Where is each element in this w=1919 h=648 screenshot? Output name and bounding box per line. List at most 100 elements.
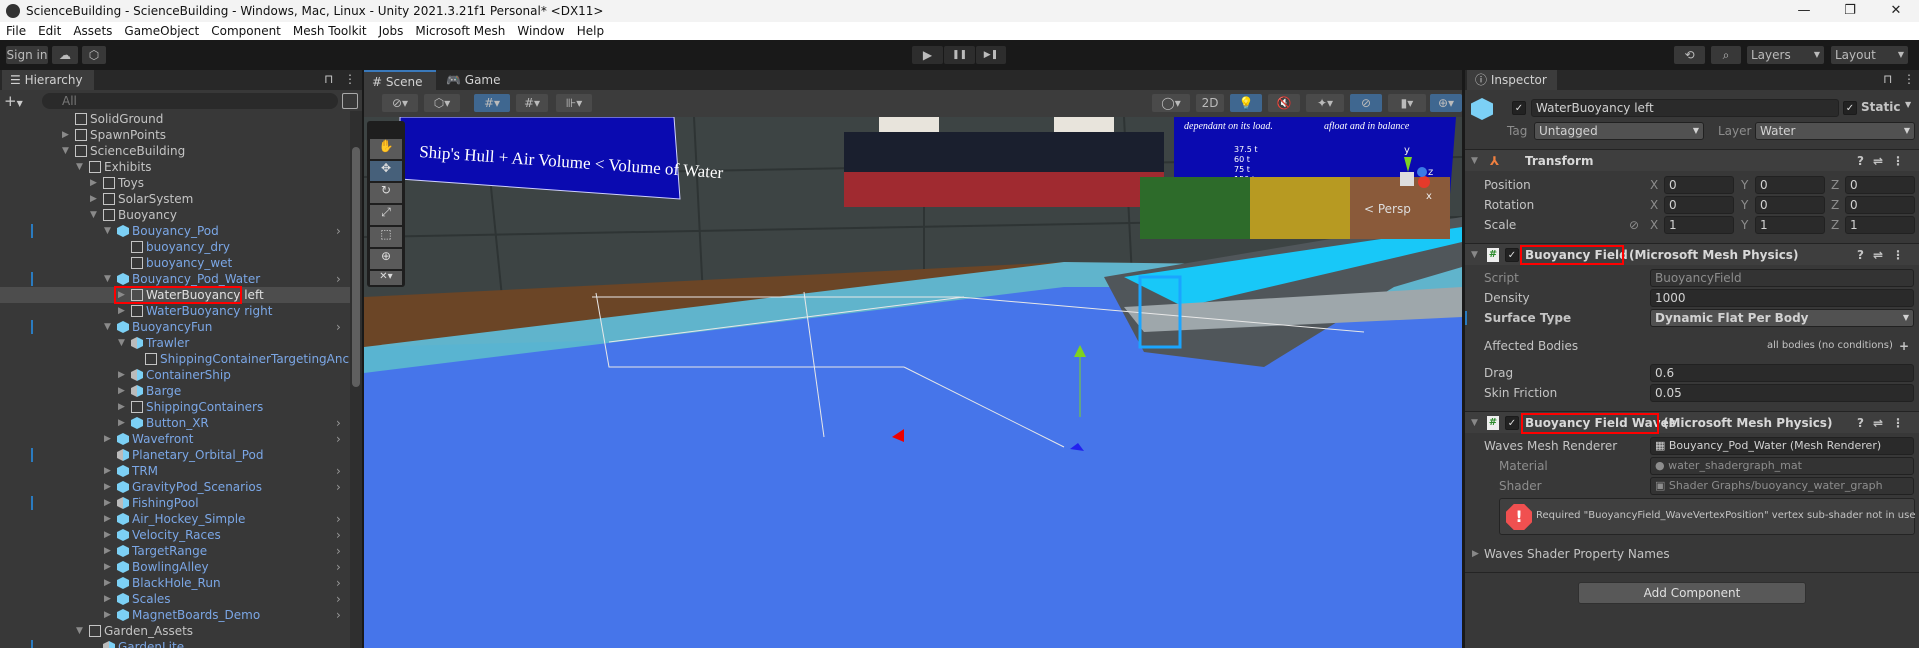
search-options-icon[interactable] (342, 93, 358, 109)
component-actions[interactable]: ?⇌⋮ (1857, 150, 1913, 172)
waves-mesh-renderer-field[interactable]: ▦ Bouyancy_Pod_Water (Mesh Renderer) (1650, 437, 1914, 455)
hierarchy-item[interactable]: ▶ Scales › (0, 591, 350, 607)
collapse-arrow-icon[interactable]: ▶ (104, 607, 114, 623)
static-checkbox[interactable]: ✓ (1843, 101, 1857, 115)
transform-header[interactable]: ▼ ⅄ Transform ?⇌⋮ (1465, 149, 1919, 171)
hierarchy-item[interactable]: ▼ Bouyancy_Pod › (0, 223, 350, 239)
rotation-x-field[interactable]: 0 (1664, 196, 1734, 214)
minimize-button[interactable]: — (1781, 0, 1827, 22)
active-checkbox[interactable]: ✓ (1512, 101, 1526, 115)
tab-inspector[interactable]: ⓘ Inspector (1467, 70, 1557, 90)
hierarchy-item[interactable]: ▶ Barge (0, 383, 350, 399)
expand-arrow-icon[interactable]: ▼ (104, 223, 114, 239)
expand-arrow-icon[interactable]: ▼ (104, 271, 114, 287)
lighting-toggle-icon[interactable]: 💡 (1230, 94, 1262, 112)
move-tool-icon[interactable]: ✥ (370, 161, 402, 181)
open-prefab-icon[interactable]: › (336, 463, 341, 479)
add-condition-icon[interactable]: + (1899, 336, 1909, 356)
collapse-arrow-icon[interactable]: ▶ (118, 303, 128, 319)
position-z-field[interactable]: 0 (1845, 176, 1915, 194)
grid-toggle[interactable]: #▾ (474, 94, 510, 112)
expand-arrow-icon[interactable]: ▼ (90, 207, 100, 223)
component-actions[interactable]: ?⇌⋮ (1857, 412, 1913, 434)
hierarchy-item[interactable]: ▶ GravityPod_Scenarios › (0, 479, 350, 495)
collapse-arrow-icon[interactable]: ▶ (104, 479, 114, 495)
effects-dropdown[interactable]: ✦▾ (1306, 94, 1344, 112)
hierarchy-item[interactable]: ▶ SolarSystem (0, 191, 350, 207)
scale-z-field[interactable]: 1 (1845, 216, 1915, 234)
hierarchy-item[interactable]: ▶ TargetRange › (0, 543, 350, 559)
hierarchy-item[interactable]: ▶ FishingPool (0, 495, 350, 511)
hierarchy-item[interactable]: ▶ Velocity_Races › (0, 527, 350, 543)
collapse-arrow-icon[interactable]: ▶ (118, 383, 128, 399)
hierarchy-item[interactable]: ▶ Button_XR › (0, 415, 350, 431)
open-prefab-icon[interactable]: › (336, 271, 341, 287)
collapse-arrow-icon[interactable]: ▶ (90, 191, 100, 207)
hierarchy-item[interactable]: ShippingContainerTargetingAnch (0, 351, 350, 367)
collab-icon[interactable]: ⬡ (82, 46, 106, 64)
menu-jobs[interactable]: Jobs (373, 24, 410, 38)
shader-field[interactable]: ▣ Shader Graphs/buoyancy_water_graph (1650, 477, 1914, 495)
more-menu-icon[interactable]: ⋮ (1903, 72, 1915, 86)
object-name-field[interactable]: WaterBuoyancy left (1531, 99, 1839, 117)
collapse-arrow-icon[interactable]: ▶ (104, 511, 114, 527)
hierarchy-item[interactable]: buoyancy_wet (0, 255, 350, 271)
position-x-field[interactable]: 0 (1664, 176, 1734, 194)
add-object-button[interactable]: +▼ (4, 92, 23, 110)
rect-tool-icon[interactable]: ⬚ (370, 227, 402, 247)
static-dropdown-icon[interactable]: ▼ (1905, 100, 1911, 109)
collapse-arrow-icon[interactable]: ▶ (104, 527, 114, 543)
lock-icon[interactable]: ⊓ (324, 72, 333, 86)
hierarchy-item[interactable]: SolidGround (0, 111, 350, 127)
collapse-arrow-icon[interactable]: ▼ (1471, 244, 1478, 266)
layers-dropdown[interactable]: Layers ▼ (1747, 46, 1824, 64)
collapse-arrow-icon[interactable]: ▶ (104, 463, 114, 479)
component-actions[interactable]: ?⇌⋮ (1857, 244, 1913, 266)
expand-arrow-icon[interactable]: ▼ (76, 623, 86, 639)
scale-y-field[interactable]: 1 (1755, 216, 1825, 234)
hierarchy-item[interactable]: buoyancy_dry (0, 239, 350, 255)
hierarchy-item[interactable]: ▼ Buoyancy (0, 207, 350, 223)
pause-button[interactable]: ❚❚ (944, 46, 975, 64)
collapse-arrow-icon[interactable]: ▶ (104, 591, 114, 607)
cloud-icon[interactable]: ☁ (52, 46, 78, 64)
history-icon[interactable]: ⟲ (1674, 46, 1705, 64)
menu-window[interactable]: Window (511, 24, 570, 38)
collapse-arrow-icon[interactable]: ▶ (118, 415, 128, 431)
gizmo-z-cone[interactable] (1417, 167, 1427, 177)
menu-edit[interactable]: Edit (32, 24, 67, 38)
waves-shader-property-names-foldout[interactable]: ▶ Waves Shader Property Names (1465, 544, 1919, 564)
expand-arrow-icon[interactable]: ▼ (76, 159, 86, 175)
hierarchy-item[interactable]: ▶ BowlingAlley › (0, 559, 350, 575)
hierarchy-item[interactable]: ▶ ShippingContainers (0, 399, 350, 415)
scene-viewport[interactable]: Ship's Hull + Air Volume < Volume of Wat… (364, 117, 1462, 648)
persp-label[interactable]: < Persp (1364, 202, 1411, 216)
gizmo-center[interactable] (1400, 172, 1414, 186)
increment-snap-dropdown[interactable]: ⊪▾ (556, 94, 592, 112)
hierarchy-item[interactable]: ▶ MagnetBoards_Demo › (0, 607, 350, 623)
open-prefab-icon[interactable]: › (336, 559, 341, 575)
layer-dropdown[interactable]: Water ▼ (1755, 122, 1915, 140)
shading-dropdown[interactable]: ◯▾ (1152, 94, 1190, 112)
hierarchy-item[interactable]: ▼ BuoyancyFun › (0, 319, 350, 335)
collapse-arrow-icon[interactable]: ▶ (104, 575, 114, 591)
hierarchy-item[interactable]: ▶ ContainerShip (0, 367, 350, 383)
hidden-objects-toggle-icon[interactable]: ⊘ (1350, 94, 1382, 112)
hierarchy-search-input[interactable]: All (42, 93, 338, 109)
more-menu-icon[interactable]: ⋮ (344, 72, 356, 86)
rotate-tool-icon[interactable]: ↻ (370, 183, 402, 203)
collapse-arrow-icon[interactable]: ▶ (118, 399, 128, 415)
collapse-arrow-icon[interactable]: ▶ (118, 367, 128, 383)
open-prefab-icon[interactable]: › (336, 527, 341, 543)
render-mode-dropdown[interactable]: ⬡▾ (424, 94, 460, 112)
tab-hierarchy[interactable]: ☰ Hierarchy (2, 70, 94, 90)
snap-dropdown[interactable]: #▾ (516, 94, 548, 112)
hierarchy-item[interactable]: ▶ Air_Hockey_Simple › (0, 511, 350, 527)
open-prefab-icon[interactable]: › (336, 543, 341, 559)
collapse-arrow-icon[interactable]: ▶ (104, 495, 114, 511)
tag-dropdown[interactable]: Untagged ▼ (1534, 122, 1704, 140)
gameobject-icon[interactable] (1471, 98, 1493, 120)
maximize-button[interactable]: ❐ (1827, 0, 1873, 22)
hierarchy-item[interactable]: ▶ SpawnPoints (0, 127, 350, 143)
open-prefab-icon[interactable]: › (336, 591, 341, 607)
